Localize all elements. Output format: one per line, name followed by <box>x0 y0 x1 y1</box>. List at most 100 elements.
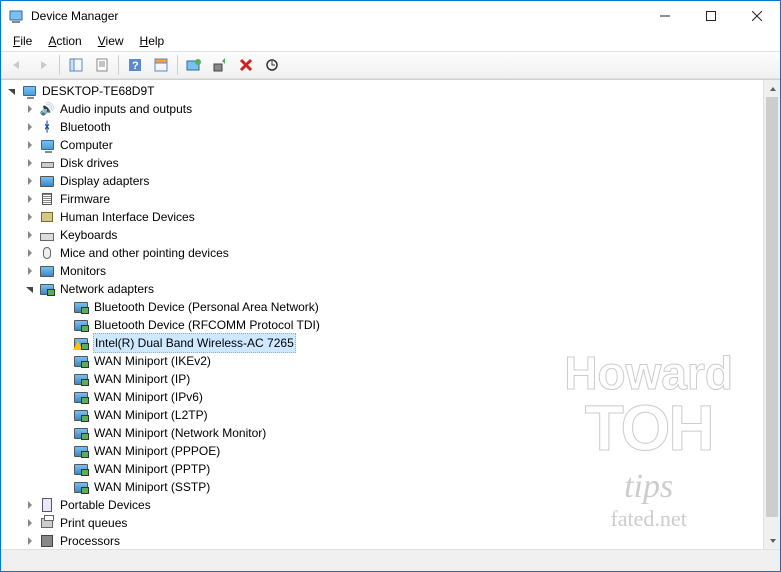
window-title: Device Manager <box>31 9 642 23</box>
tree-node[interactable]: Processors <box>1 532 763 549</box>
audio-icon: 🔊 <box>39 101 55 117</box>
expander-open-icon[interactable] <box>23 282 37 296</box>
expander-none <box>57 480 71 494</box>
tree-node[interactable]: Print queues <box>1 514 763 532</box>
expander-none <box>57 390 71 404</box>
expander-closed-icon[interactable] <box>23 120 37 134</box>
tree-node[interactable]: 🔊Audio inputs and outputs <box>1 100 763 118</box>
scan-button[interactable] <box>260 54 284 76</box>
net-warn-icon <box>73 335 89 351</box>
tree-node[interactable]: DESKTOP-TE68D9T <box>1 82 763 100</box>
tree-node[interactable]: WAN Miniport (IKEv2) <box>1 352 763 370</box>
expander-none <box>57 318 71 332</box>
expander-closed-icon[interactable] <box>23 138 37 152</box>
expander-closed-icon[interactable] <box>23 498 37 512</box>
close-button[interactable] <box>734 1 780 31</box>
menu-help[interactable]: Help <box>134 34 171 48</box>
tree-node-label: Monitors <box>59 262 107 280</box>
minimize-button[interactable] <box>642 1 688 31</box>
device-tree[interactable]: DESKTOP-TE68D9T🔊Audio inputs and outputs… <box>1 80 763 549</box>
tree-node[interactable]: Human Interface Devices <box>1 208 763 226</box>
tree-node[interactable]: ᚼBluetooth <box>1 118 763 136</box>
scrollbar[interactable] <box>763 80 780 549</box>
tree-node[interactable]: WAN Miniport (IPv6) <box>1 388 763 406</box>
tree-node[interactable]: WAN Miniport (IP) <box>1 370 763 388</box>
properties-button[interactable] <box>90 54 114 76</box>
tree-node[interactable]: Disk drives <box>1 154 763 172</box>
tree-node[interactable]: WAN Miniport (L2TP) <box>1 406 763 424</box>
actioncenter-button[interactable] <box>149 54 173 76</box>
tree-node[interactable]: Display adapters <box>1 172 763 190</box>
maximize-button[interactable] <box>688 1 734 31</box>
tree-node-label: Audio inputs and outputs <box>59 100 193 118</box>
toolbar-separator <box>177 55 178 75</box>
tree-node[interactable]: Computer <box>1 136 763 154</box>
net-icon <box>73 407 89 423</box>
menu-action[interactable]: Action <box>42 34 87 48</box>
tree-node-label: WAN Miniport (PPPOE) <box>93 442 221 460</box>
tree-node[interactable]: WAN Miniport (Network Monitor) <box>1 424 763 442</box>
expander-closed-icon[interactable] <box>23 174 37 188</box>
tree-node-label: Intel(R) Dual Band Wireless-AC 7265 <box>93 333 296 353</box>
expander-closed-icon[interactable] <box>23 516 37 530</box>
tree-node[interactable]: WAN Miniport (PPPOE) <box>1 442 763 460</box>
net-icon <box>73 317 89 333</box>
tree-node[interactable]: WAN Miniport (PPTP) <box>1 460 763 478</box>
titlebar: Device Manager <box>1 1 780 31</box>
expander-closed-icon[interactable] <box>23 228 37 242</box>
tree-node[interactable]: Mice and other pointing devices <box>1 244 763 262</box>
toolbar-separator <box>59 55 60 75</box>
tree-node[interactable]: Bluetooth Device (RFCOMM Protocol TDI) <box>1 316 763 334</box>
expander-closed-icon[interactable] <box>23 246 37 260</box>
expander-closed-icon[interactable] <box>23 156 37 170</box>
app-icon <box>9 8 25 24</box>
tree-node[interactable]: WAN Miniport (SSTP) <box>1 478 763 496</box>
tree-node-label: WAN Miniport (IP) <box>93 370 191 388</box>
enable-button[interactable] <box>208 54 232 76</box>
menu-file[interactable]: File <box>7 34 38 48</box>
expander-closed-icon[interactable] <box>23 534 37 548</box>
tree-node[interactable]: Intel(R) Dual Band Wireless-AC 7265 <box>1 334 763 352</box>
bt-icon: ᚼ <box>39 119 55 135</box>
tree-node-label: Bluetooth <box>59 118 112 136</box>
update-button[interactable] <box>182 54 206 76</box>
menu-view[interactable]: View <box>92 34 130 48</box>
tree-node-label: WAN Miniport (IKEv2) <box>93 352 212 370</box>
scroll-up-button[interactable] <box>764 80 780 97</box>
toolbar-separator <box>118 55 119 75</box>
mouse-icon <box>39 245 55 261</box>
back-button[interactable] <box>5 54 29 76</box>
expander-none <box>57 426 71 440</box>
tree-node-label: WAN Miniport (SSTP) <box>93 478 211 496</box>
tree-node-label: Display adapters <box>59 172 150 190</box>
net-icon <box>73 461 89 477</box>
computer-icon <box>39 137 55 153</box>
tree-node-label: WAN Miniport (Network Monitor) <box>93 424 267 442</box>
expander-closed-icon[interactable] <box>23 264 37 278</box>
tree-node-label: DESKTOP-TE68D9T <box>41 82 155 100</box>
tree-node[interactable]: Bluetooth Device (Personal Area Network) <box>1 298 763 316</box>
tree-node-label: Processors <box>59 532 121 549</box>
scroll-thumb[interactable] <box>766 97 778 517</box>
forward-button[interactable] <box>31 54 55 76</box>
expander-closed-icon[interactable] <box>23 102 37 116</box>
tree-node[interactable]: Firmware <box>1 190 763 208</box>
expander-closed-icon[interactable] <box>23 210 37 224</box>
net-icon <box>73 353 89 369</box>
tree-node[interactable]: Keyboards <box>1 226 763 244</box>
menubar: File Action View Help <box>1 31 780 51</box>
expander-none <box>57 354 71 368</box>
tree-node-label: Human Interface Devices <box>59 208 196 226</box>
monitor-icon <box>39 173 55 189</box>
tree-node[interactable]: Monitors <box>1 262 763 280</box>
uninstall-button[interactable] <box>234 54 258 76</box>
scroll-down-button[interactable] <box>764 532 780 549</box>
net-icon <box>73 371 89 387</box>
showhide-button[interactable] <box>64 54 88 76</box>
tree-node[interactable]: Network adapters <box>1 280 763 298</box>
help-button[interactable]: ? <box>123 54 147 76</box>
expander-open-icon[interactable] <box>5 84 19 98</box>
tree-node[interactable]: Portable Devices <box>1 496 763 514</box>
expander-closed-icon[interactable] <box>23 192 37 206</box>
tree-node-label: Bluetooth Device (RFCOMM Protocol TDI) <box>93 316 321 334</box>
